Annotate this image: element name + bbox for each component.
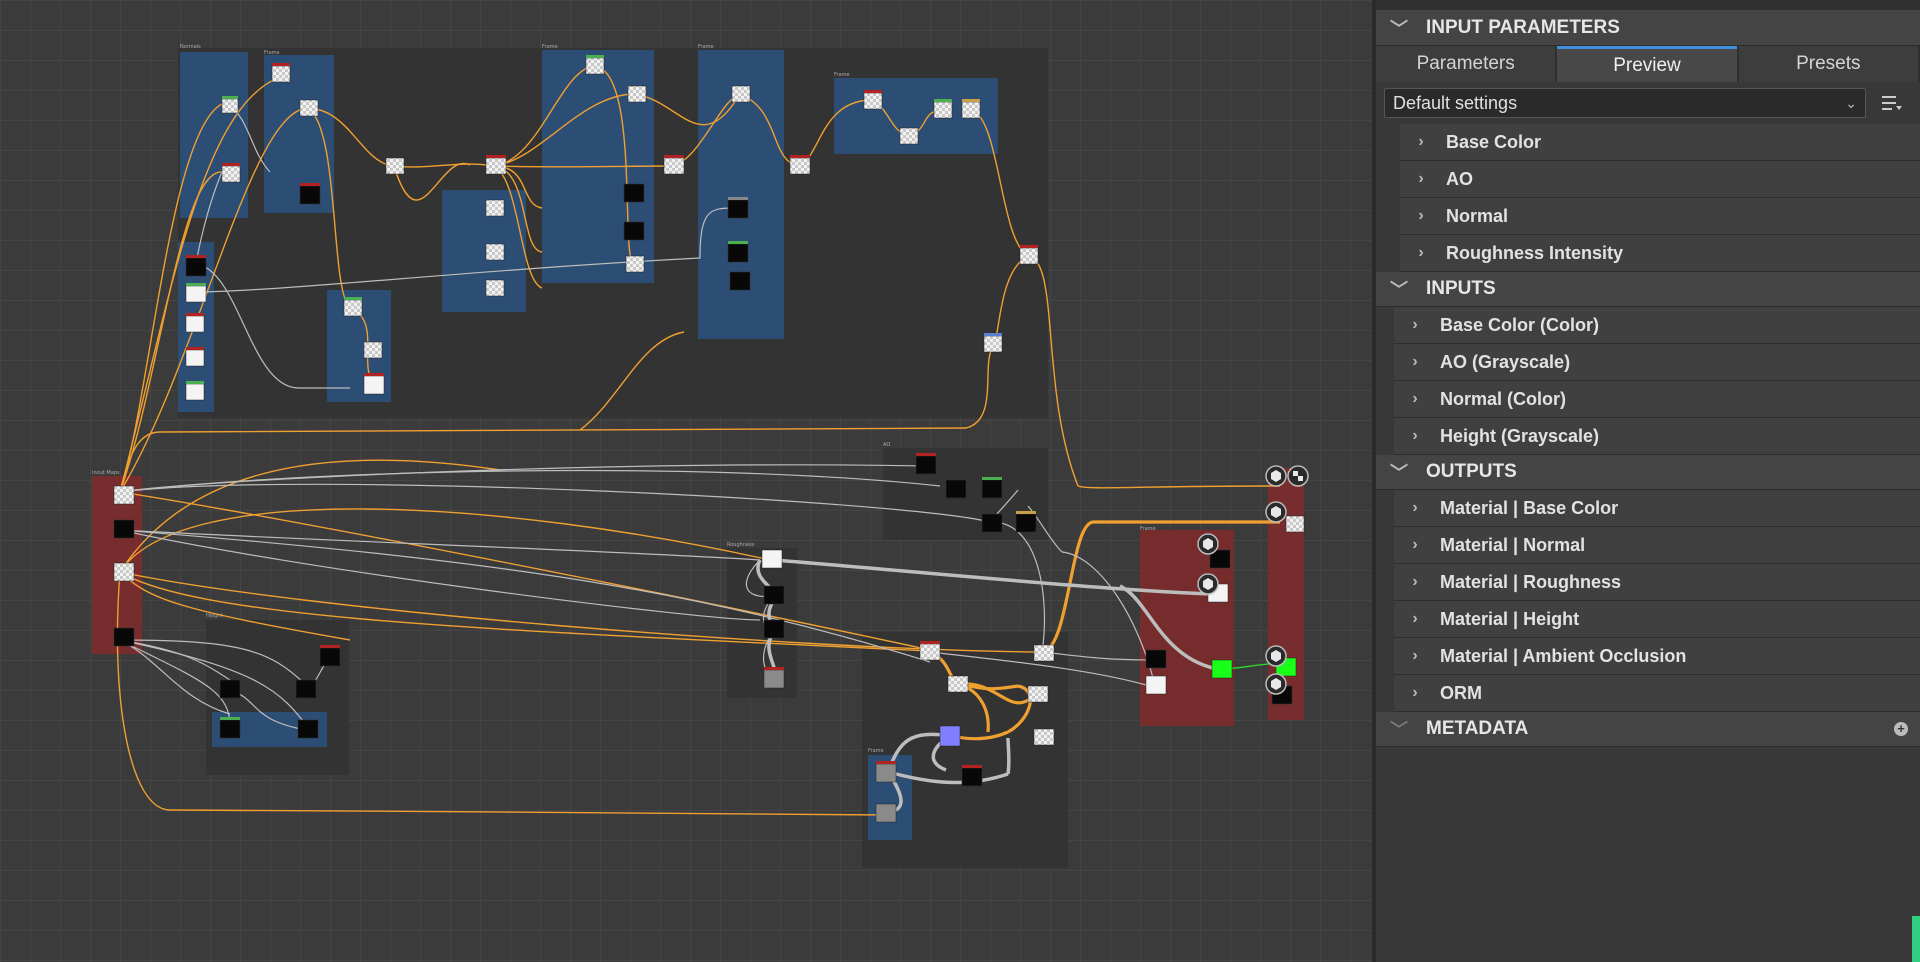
- chevron-down-icon: ﹀: [1390, 463, 1408, 483]
- item-label: Material | Base Color: [1440, 497, 1619, 518]
- output-base-color[interactable]: › Material | Base Color: [1394, 490, 1920, 527]
- item-label: Material | Height: [1440, 608, 1580, 629]
- item-label: Material | Ambient Occlusion: [1440, 645, 1687, 666]
- preset-row: Default settings ⌄: [1376, 82, 1920, 124]
- chevron-right-icon: ›: [1418, 170, 1424, 187]
- svg-text:AO: AO: [883, 442, 890, 448]
- chevron-down-icon: ﹀: [1390, 720, 1408, 740]
- chevron-right-icon: ›: [1412, 353, 1418, 370]
- chevron-right-icon: ›: [1418, 133, 1424, 150]
- chevron-right-icon: ›: [1412, 610, 1418, 627]
- panel-top-strip: [1376, 0, 1920, 11]
- chevron-right-icon: ›: [1412, 390, 1418, 407]
- chevron-right-icon: ›: [1412, 684, 1418, 701]
- svg-text:Normals: Normals: [180, 44, 201, 50]
- chevron-down-icon: ﹀: [1390, 19, 1408, 39]
- input-height[interactable]: › Height (Grayscale): [1394, 418, 1920, 455]
- section-metadata[interactable]: ﹀ METADATA +: [1376, 712, 1920, 747]
- item-label: Material | Normal: [1440, 534, 1586, 555]
- tab-parameters[interactable]: Parameters: [1376, 46, 1556, 82]
- tab-bar: Parameters Preview Presets: [1376, 46, 1920, 82]
- param-group-normal[interactable]: › Normal: [1400, 198, 1920, 235]
- chevron-right-icon: ›: [1412, 573, 1418, 590]
- svg-text:Frame: Frame: [542, 44, 558, 50]
- item-label: Normal: [1446, 205, 1509, 226]
- param-group-base-color[interactable]: › Base Color: [1400, 124, 1920, 161]
- preset-select-value: Default settings: [1393, 92, 1518, 113]
- svg-text:Frame: Frame: [834, 72, 850, 78]
- item-label: Material | Roughness: [1440, 571, 1622, 592]
- output-orm[interactable]: › ORM: [1394, 675, 1920, 712]
- list-menu-icon: [1882, 96, 1902, 110]
- tab-label: Parameters: [1416, 53, 1515, 74]
- item-label: Height (Grayscale): [1440, 425, 1600, 446]
- chevron-right-icon: ›: [1412, 536, 1418, 553]
- section-title: INPUTS: [1426, 278, 1496, 299]
- section-title: INPUT PARAMETERS: [1426, 17, 1620, 38]
- output-height[interactable]: › Material | Height: [1394, 601, 1920, 638]
- tab-presets[interactable]: Presets: [1738, 46, 1918, 82]
- chevron-right-icon: ›: [1412, 647, 1418, 664]
- svg-text:Frame: Frame: [868, 748, 884, 754]
- chevron-right-icon: ›: [1412, 499, 1418, 516]
- section-title: OUTPUTS: [1426, 461, 1517, 482]
- chevron-right-icon: ›: [1418, 244, 1424, 261]
- section-title: METADATA: [1426, 718, 1529, 739]
- item-label: Base Color: [1446, 131, 1542, 152]
- section-input-parameters[interactable]: ﹀ INPUT PARAMETERS: [1376, 11, 1920, 46]
- input-normal[interactable]: › Normal (Color): [1394, 381, 1920, 418]
- output-ambient-occlusion[interactable]: › Material | Ambient Occlusion: [1394, 638, 1920, 675]
- svg-text:Frame: Frame: [698, 44, 714, 50]
- svg-text:Frame: Frame: [264, 50, 280, 56]
- chevron-right-icon: ›: [1412, 427, 1418, 444]
- item-label: Normal (Color): [1440, 388, 1566, 409]
- section-inputs[interactable]: ﹀ INPUTS: [1376, 272, 1920, 307]
- node-graph[interactable]: Normals Frame Frame Frame Frame Inout Ma…: [0, 0, 1372, 962]
- output-roughness[interactable]: › Material | Roughness: [1394, 564, 1920, 601]
- item-label: Base Color (Color): [1440, 314, 1600, 335]
- input-ao[interactable]: › AO (Grayscale): [1394, 344, 1920, 381]
- item-label: Roughness Intensity: [1446, 242, 1624, 263]
- tab-label: Preview: [1613, 54, 1681, 76]
- node-graph-canvas[interactable]: Normals Frame Frame Frame Frame Inout Ma…: [0, 0, 1372, 962]
- param-group-roughness-intensity[interactable]: › Roughness Intensity: [1400, 235, 1920, 272]
- chevron-right-icon: ›: [1412, 316, 1418, 333]
- item-label: ORM: [1440, 682, 1482, 703]
- node-blue[interactable]: [939, 725, 961, 747]
- tab-preview[interactable]: Preview: [1557, 46, 1737, 82]
- section-outputs[interactable]: ﹀ OUTPUTS: [1376, 455, 1920, 490]
- preset-menu-button[interactable]: [1874, 88, 1910, 118]
- svg-text:Frame: Frame: [1140, 526, 1156, 532]
- plus-circle-icon[interactable]: +: [1894, 722, 1908, 736]
- scroll-indicator[interactable]: [1912, 916, 1920, 962]
- chevron-right-icon: ›: [1418, 207, 1424, 224]
- output-normal[interactable]: › Material | Normal: [1394, 527, 1920, 564]
- item-label: AO (Grayscale): [1440, 351, 1571, 372]
- input-base-color[interactable]: › Base Color (Color): [1394, 307, 1920, 344]
- item-label: AO: [1446, 168, 1473, 189]
- properties-panel: ﹀ INPUT PARAMETERS Parameters Preview Pr…: [1376, 0, 1920, 962]
- tab-label: Presets: [1796, 53, 1861, 74]
- svg-text:Roughness: Roughness: [727, 542, 755, 548]
- chevron-down-icon: ⌄: [1845, 94, 1857, 111]
- param-group-ao[interactable]: › AO: [1400, 161, 1920, 198]
- node-green-1[interactable]: [1211, 659, 1233, 679]
- chevron-down-icon: ﹀: [1390, 280, 1408, 300]
- svg-text:Inout Maps: Inout Maps: [92, 470, 120, 476]
- preset-select[interactable]: Default settings ⌄: [1384, 88, 1866, 118]
